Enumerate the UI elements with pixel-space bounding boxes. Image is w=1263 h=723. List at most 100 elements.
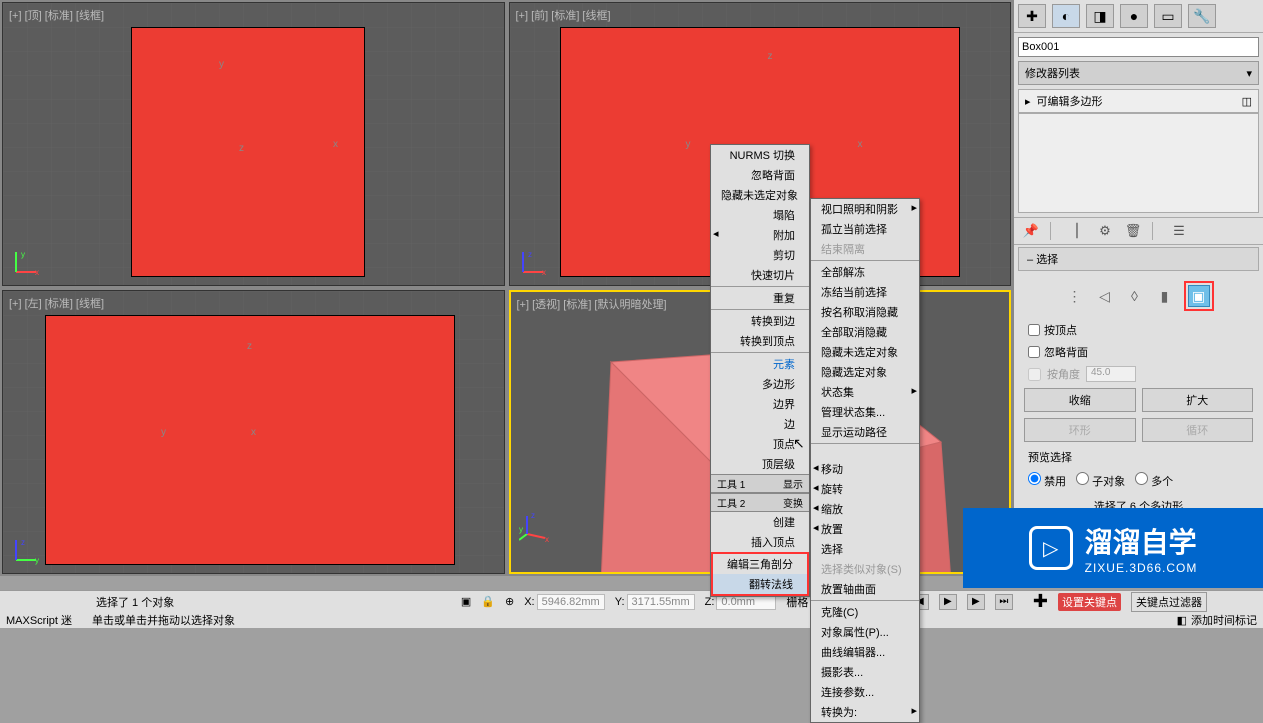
viewport-persp-label[interactable]: [+] [透视] [标准] [默认明暗处理] [517, 296, 667, 312]
time-tag-icon[interactable]: ◧ [1177, 614, 1187, 627]
set-key-plus-icon[interactable]: ✚ [1033, 591, 1048, 612]
next-frame-icon[interactable]: ▶ [967, 594, 985, 610]
menu-item[interactable]: 创建 [711, 512, 809, 532]
border-mode-icon[interactable]: ◊ [1124, 285, 1146, 307]
menu-item[interactable]: 附加 [711, 225, 809, 245]
menu-item[interactable]: 对象属性(P)... [811, 622, 919, 642]
menu-item[interactable]: 隐藏未选定对象 [711, 185, 809, 205]
svg-text:z: z [531, 512, 535, 520]
menu-item[interactable]: 克隆(C) [811, 602, 919, 622]
menu-item[interactable]: 全部取消隐藏 [811, 322, 919, 342]
menu-item[interactable]: 冻结当前选择 [811, 282, 919, 302]
menu-item[interactable]: 显示运动路径 [811, 422, 919, 442]
edge-mode-icon[interactable]: ◁ [1094, 285, 1116, 307]
menu-item[interactable]: 移动 [811, 459, 919, 479]
menu-item[interactable]: 连接参数... [811, 682, 919, 702]
object-plane-left[interactable] [45, 315, 455, 565]
utilities-tab-icon[interactable]: 🔧 [1188, 4, 1216, 28]
menu-item[interactable]: 管理状态集... [811, 402, 919, 422]
goto-end-icon[interactable]: ⏭ [995, 594, 1013, 610]
status-bar-2: MAXScript 迷 单击或单击并拖动以选择对象 ◧ 添加时间标记 [0, 612, 1263, 628]
add-time-marker[interactable]: 添加时间标记 [1191, 612, 1257, 628]
menu-item[interactable]: 编辑三角剖分 [713, 554, 807, 574]
modify-tab-icon[interactable]: ◐ [1052, 4, 1080, 28]
menu-item[interactable]: 忽略背面 [711, 165, 809, 185]
viewport-top[interactable]: [+] [顶] [标准] [线框] y x z yx [2, 2, 505, 286]
expand-icon[interactable]: ▸ [1025, 95, 1031, 108]
menu-item[interactable]: 隐藏选定对象 [811, 362, 919, 382]
menu-item[interactable]: 全部解冻 [811, 262, 919, 282]
menu-item[interactable]: 插入顶点 [711, 532, 809, 552]
menu-item[interactable]: 视口照明和阴影 [811, 199, 919, 219]
grow-button[interactable]: 扩大 [1142, 388, 1254, 412]
menu-item[interactable]: 边界 [711, 394, 809, 414]
menu-item[interactable]: 转换到顶点 [711, 331, 809, 351]
menu-item[interactable]: 多边形 [711, 374, 809, 394]
transform-icon[interactable]: ⊕ [505, 595, 514, 608]
remove-icon[interactable]: 🗑 [1124, 222, 1142, 240]
configure-icon[interactable]: ☰ [1170, 222, 1188, 240]
menu-item[interactable]: 摄影表... [811, 662, 919, 682]
menu-item[interactable]: NURMS 切换 [711, 145, 809, 165]
menu-item[interactable]: 选择 [811, 539, 919, 559]
menu-item[interactable]: 塌陷 [711, 205, 809, 225]
create-tab-icon[interactable]: ✚ [1018, 4, 1046, 28]
ignore-backfacing-checkbox[interactable]: 忽略背面 [1014, 341, 1263, 363]
radio-subobj[interactable]: 子对象 [1076, 472, 1125, 489]
menu-item[interactable]: 放置轴曲面 [811, 579, 919, 599]
quad-menu-left[interactable]: NURMS 切换 忽略背面 隐藏未选定对象 塌陷 附加 剪切 快速切片 重复 转… [710, 144, 810, 597]
object-plane-top[interactable] [131, 27, 365, 277]
pin-icon[interactable]: 📌 [1022, 222, 1040, 240]
radio-multiple[interactable]: 多个 [1135, 472, 1173, 489]
menu-item[interactable]: 隐藏未选定对象 [811, 342, 919, 362]
polygon-mode-icon[interactable]: ▮ [1154, 285, 1176, 307]
menu-item-checked[interactable]: 元素 [711, 354, 809, 374]
menu-item[interactable]: 旋转 [811, 479, 919, 499]
display-tab-icon[interactable]: ▭ [1154, 4, 1182, 28]
play-icon[interactable]: ▶ [939, 594, 957, 610]
show-result-icon[interactable]: ⎮ [1068, 222, 1086, 240]
viewport-top-label[interactable]: [+] [顶] [标准] [线框] [9, 7, 104, 23]
lock-icon[interactable]: 🔒 [481, 595, 495, 608]
by-vertex-checkbox[interactable]: 按顶点 [1014, 319, 1263, 341]
viewport-left[interactable]: [+] [左] [标准] [线框] z y x zy [2, 290, 505, 574]
key-filter-button[interactable]: 关键点过滤器 [1131, 592, 1207, 612]
coord-y[interactable]: Y:3171.55mm [615, 594, 695, 610]
menu-item[interactable]: 顶层级 [711, 454, 809, 474]
shrink-button[interactable]: 收缩 [1024, 388, 1136, 412]
modifier-list-dropdown[interactable]: 修改器列表▾ [1018, 61, 1259, 85]
menu-item: 选择类似对象(S) [811, 559, 919, 579]
radio-disable[interactable]: 禁用 [1028, 472, 1066, 489]
coord-x[interactable]: X:5946.82mm [524, 594, 605, 610]
menu-item[interactable]: 状态集 [811, 382, 919, 402]
menu-item[interactable]: 孤立当前选择 [811, 219, 919, 239]
menu-item[interactable]: 缩放 [811, 499, 919, 519]
menu-item[interactable]: 按名称取消隐藏 [811, 302, 919, 322]
menu-item[interactable]: 放置 [811, 519, 919, 539]
object-name-field[interactable]: Box001 [1018, 37, 1259, 57]
menu-item[interactable]: 转换到边 [711, 311, 809, 331]
viewport-front-label[interactable]: [+] [前] [标准] [线框] [516, 7, 611, 23]
menu-item[interactable]: 曲线编辑器... [811, 642, 919, 662]
quad-menu-right[interactable]: 视口照明和阴影 孤立当前选择 结束隔离 全部解冻 冻结当前选择 按名称取消隐藏 … [810, 198, 920, 723]
command-panel: ✚ ◐ ◨ ● ▭ 🔧 Box001 修改器列表▾ ▸可编辑多边形◫ 📌 ⎮ ⚙… [1013, 0, 1263, 580]
menu-item[interactable]: 剪切 [711, 245, 809, 265]
modifier-stack-item[interactable]: ▸可编辑多边形◫ [1018, 89, 1259, 113]
menu-item[interactable]: 快速切片 [711, 265, 809, 285]
menu-item[interactable]: 边 [711, 414, 809, 434]
maxscript-label[interactable]: MAXScript 迷 [6, 612, 72, 628]
menu-item[interactable]: 转换为: [811, 702, 919, 722]
element-mode-icon[interactable]: ▣ [1188, 285, 1210, 307]
vertex-mode-icon[interactable]: ⋮ [1064, 285, 1086, 307]
axis-y: y [686, 139, 691, 150]
isolate-icon[interactable]: ▣ [461, 595, 471, 608]
unique-icon[interactable]: ⚙ [1096, 222, 1114, 240]
menu-item-hover[interactable]: 翻转法线 [713, 574, 807, 594]
set-key-button[interactable]: 设置关键点 [1058, 593, 1121, 611]
modifier-stack-area[interactable] [1018, 113, 1259, 213]
motion-tab-icon[interactable]: ● [1120, 4, 1148, 28]
viewport-left-label[interactable]: [+] [左] [标准] [线框] [9, 295, 104, 311]
rollout-selection[interactable]: – 选择 [1018, 247, 1259, 271]
menu-item[interactable]: 重复 [711, 288, 809, 308]
hierarchy-tab-icon[interactable]: ◨ [1086, 4, 1114, 28]
